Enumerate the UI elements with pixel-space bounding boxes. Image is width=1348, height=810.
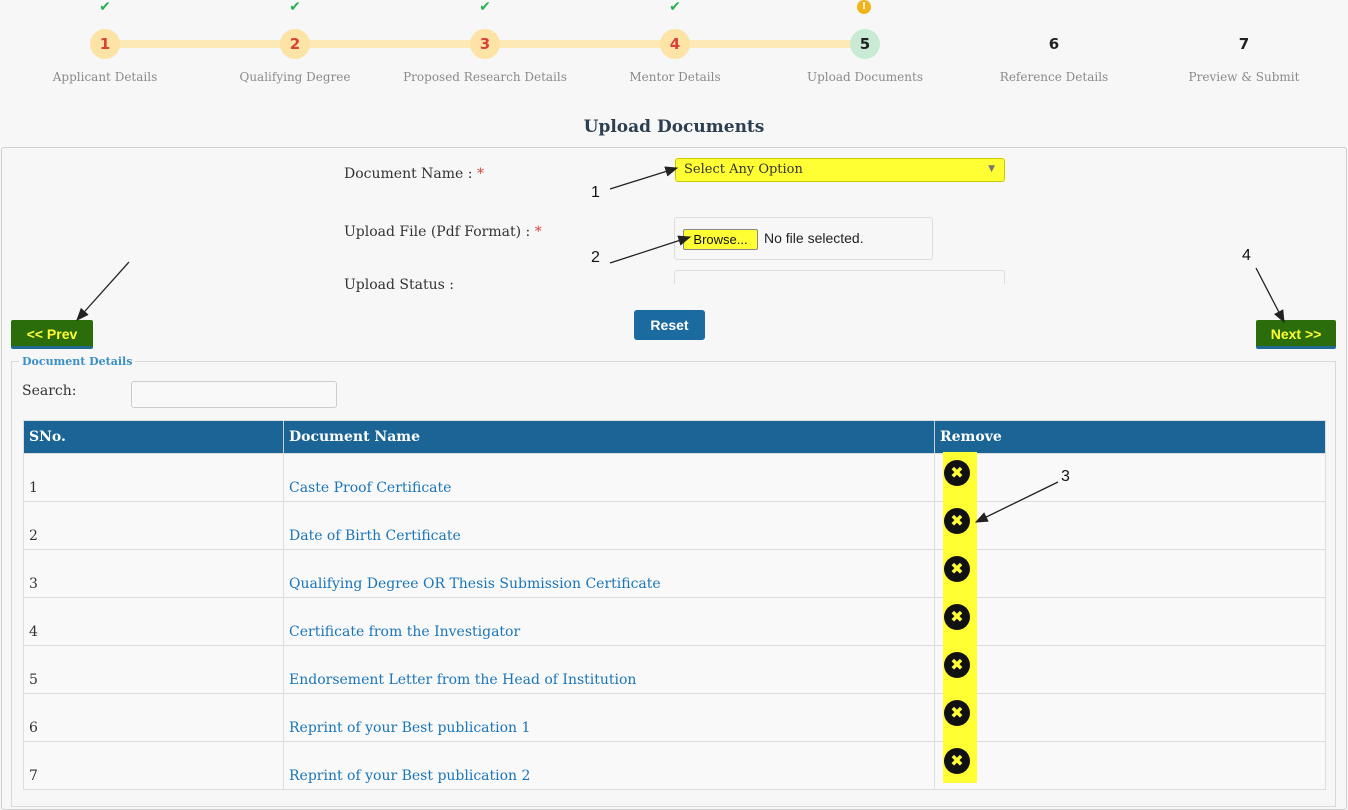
remove-icon[interactable]: ✖ <box>944 700 970 726</box>
step-label: Reference Details <box>999 70 1109 84</box>
step-number: 5 <box>850 29 880 59</box>
row-sno: 6 <box>29 720 38 736</box>
annotation-label-2: 2 <box>591 249 600 266</box>
table-row: 3 Qualifying Degree OR Thesis Submission… <box>24 549 1325 598</box>
step-upload-documents[interactable]: ! 5 Upload Documents <box>770 0 960 95</box>
table-row: 5 Endorsement Letter from the Head of In… <box>24 645 1325 694</box>
step-label: Proposed Research Details <box>403 70 567 84</box>
step-mentor-details[interactable]: ✔ 4 Mentor Details <box>580 0 770 95</box>
table-row: 1 Caste Proof Certificate <box>24 453 1325 502</box>
table-header: SNo. Document Name Remove <box>24 421 1325 453</box>
remove-icon[interactable]: ✖ <box>944 652 970 678</box>
annotation-label-3: 3 <box>1061 468 1070 485</box>
annotation-label-4: 4 <box>1242 247 1251 264</box>
next-button[interactable]: Next >> <box>1256 320 1336 349</box>
step-label: Mentor Details <box>629 70 721 84</box>
document-link[interactable]: Date of Birth Certificate <box>289 528 461 544</box>
step-number: 2 <box>280 29 310 59</box>
page-title: Upload Documents <box>583 117 765 137</box>
remove-icon[interactable]: ✖ <box>944 748 970 774</box>
check-icon: ✔ <box>99 0 111 15</box>
step-label: Upload Documents <box>807 70 923 84</box>
search-label: Search: <box>22 383 77 399</box>
prev-button[interactable]: << Prev <box>11 320 93 349</box>
progress-stepper: ✔ 1 Applicant Details ✔ 2 Qualifying Deg… <box>0 0 1348 100</box>
file-input[interactable]: Browse... No file selected. <box>674 217 933 260</box>
step-qualifying-degree[interactable]: ✔ 2 Qualifying Degree <box>200 0 390 95</box>
document-link[interactable]: Reprint of your Best publication 1 <box>289 720 530 736</box>
row-sno: 4 <box>29 624 38 640</box>
document-link[interactable]: Endorsement Letter from the Head of Inst… <box>289 672 636 688</box>
documents-table: SNo. Document Name Remove 1 Caste Proof … <box>23 420 1326 790</box>
file-status-text: No file selected. <box>764 230 864 246</box>
step-number: 6 <box>1048 35 1060 53</box>
required-mark: * <box>476 166 484 182</box>
step-label: Preview & Submit <box>1188 70 1300 84</box>
step-number: 3 <box>470 29 500 59</box>
document-name-label: Document Name : * <box>344 166 484 182</box>
reset-button[interactable]: Reset <box>634 310 705 340</box>
document-name-select[interactable]: Select Any Option ▼ <box>675 158 1005 182</box>
step-preview-submit[interactable]: 7 Preview & Submit <box>1149 0 1339 95</box>
step-label: Applicant Details <box>52 70 158 84</box>
row-sno: 5 <box>29 672 38 688</box>
row-sno: 1 <box>29 480 38 496</box>
step-number: 1 <box>90 29 120 59</box>
document-link[interactable]: Caste Proof Certificate <box>289 480 451 496</box>
check-icon: ✔ <box>669 0 681 15</box>
row-sno: 2 <box>29 528 38 544</box>
row-sno: 7 <box>29 768 38 784</box>
table-row: 6 Reprint of your Best publication 1 <box>24 693 1325 742</box>
header-remove[interactable]: Remove <box>935 421 1325 453</box>
step-label: Qualifying Degree <box>239 70 351 84</box>
required-mark: * <box>534 224 542 240</box>
upload-documents-page: ✔ 1 Applicant Details ✔ 2 Qualifying Deg… <box>0 0 1348 810</box>
warning-icon: ! <box>857 0 871 14</box>
remove-icon[interactable]: ✖ <box>944 556 970 582</box>
step-applicant-details[interactable]: ✔ 1 Applicant Details <box>10 0 200 95</box>
row-sno: 3 <box>29 576 38 592</box>
document-link[interactable]: Qualifying Degree OR Thesis Submission C… <box>289 576 661 592</box>
check-icon: ✔ <box>479 0 491 15</box>
table-row: 7 Reprint of your Best publication 2 <box>24 741 1325 790</box>
remove-icon[interactable]: ✖ <box>944 508 970 534</box>
remove-icon[interactable]: ✖ <box>944 460 970 486</box>
browse-button[interactable]: Browse... <box>683 229 758 250</box>
dropdown-caret-icon: ▼ <box>988 164 995 174</box>
document-link[interactable]: Reprint of your Best publication 2 <box>289 768 530 784</box>
document-details-legend: Document Details <box>19 355 136 368</box>
annotation-label-1: 1 <box>591 184 600 201</box>
search-input[interactable] <box>131 381 337 408</box>
step-reference-details[interactable]: 6 Reference Details <box>959 0 1149 95</box>
table-row: 4 Certificate from the Investigator <box>24 597 1325 646</box>
upload-file-label: Upload File (Pdf Format) : * <box>344 224 542 240</box>
step-number: 4 <box>660 29 690 59</box>
remove-icon[interactable]: ✖ <box>944 604 970 630</box>
upload-status-field <box>674 270 1005 284</box>
header-sno[interactable]: SNo. <box>24 421 284 453</box>
select-value: Select Any Option <box>684 162 803 177</box>
document-link[interactable]: Certificate from the Investigator <box>289 624 520 640</box>
step-number: 7 <box>1238 35 1250 53</box>
check-icon: ✔ <box>289 0 301 15</box>
step-proposed-research-details[interactable]: ✔ 3 Proposed Research Details <box>390 0 580 95</box>
upload-status-label: Upload Status : <box>344 277 454 293</box>
table-row: 2 Date of Birth Certificate <box>24 501 1325 550</box>
header-document-name[interactable]: Document Name <box>284 421 935 453</box>
